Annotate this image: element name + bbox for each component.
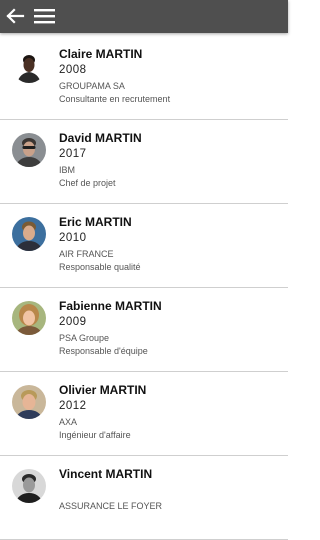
hamburger-menu-icon[interactable] [34,7,55,25]
person-role: Ingénieur d'affaire [59,430,131,440]
person-name: Olivier MARTIN [59,383,147,397]
avatar [12,301,46,335]
avatar [12,217,46,251]
person-role: Responsable d'équipe [59,346,148,356]
person-company: PSA Groupe [59,333,110,343]
person-year: 2010 [59,232,87,244]
person-role: Responsable qualité [59,262,141,272]
arrow-left-icon[interactable] [5,6,25,26]
person-name: Eric MARTIN [59,215,132,229]
person-year: 2017 [59,148,87,160]
person-company: GROUPAMA SA [59,81,125,91]
list-item[interactable]: Fabienne MARTIN 2009 PSA Groupe Responsa… [0,288,288,372]
person-company: IBM [59,165,76,175]
person-name: David MARTIN [59,131,142,145]
avatar [12,385,46,419]
person-name: Claire MARTIN [59,47,143,61]
person-year: 2009 [59,316,87,328]
list-item[interactable]: David MARTIN 2017 IBM Chef de projet [0,120,288,204]
app-toolbar [0,0,288,33]
person-year: 2012 [59,400,87,412]
avatar [12,133,46,167]
avatar [12,469,46,503]
person-company: AIR FRANCE [59,249,114,259]
person-company: AXA [59,417,78,427]
list-item[interactable]: Claire MARTIN 2008 GROUPAMA SA Consultan… [0,36,288,120]
person-name: Fabienne MARTIN [59,299,162,313]
list-item[interactable]: Olivier MARTIN 2012 AXA Ingénieur d'affa… [0,372,288,456]
person-role: Consultante en recrutement [59,94,171,104]
people-list: Claire MARTIN 2008 GROUPAMA SA Consultan… [0,36,288,540]
list-item[interactable]: Eric MARTIN 2010 AIR FRANCE Responsable … [0,204,288,288]
person-year: 2008 [59,64,87,76]
person-role: Chef de projet [59,178,116,188]
list-item[interactable]: Vincent MARTIN ASSURANCE LE FOYER [0,456,288,540]
person-name: Vincent MARTIN [59,467,153,481]
person-company: ASSURANCE LE FOYER [59,501,163,511]
avatar [12,49,46,83]
